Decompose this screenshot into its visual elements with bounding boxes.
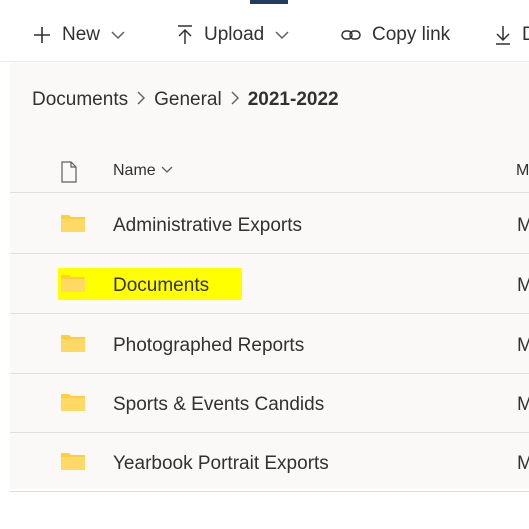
folder-name[interactable]: Sports & Events Candids xyxy=(113,394,324,416)
list-item[interactable]: Photographed Reports M xyxy=(10,314,529,374)
list-item[interactable]: Administrative Exports M xyxy=(10,194,529,254)
modified-cell: M xyxy=(517,335,529,356)
new-button-label: New xyxy=(62,24,101,45)
download-button-label: D xyxy=(522,24,529,45)
breadcrumb-current-folder: 2021-2022 xyxy=(247,89,339,110)
list-item[interactable]: Sports & Events Candids M xyxy=(10,373,529,433)
breadcrumb-item-documents[interactable]: Documents xyxy=(32,89,128,111)
list-column-header: Name M xyxy=(10,150,529,193)
sort-chevron-icon xyxy=(156,162,174,180)
modified-cell: M xyxy=(517,215,529,236)
folder-name[interactable]: Documents xyxy=(113,275,209,297)
document-icon[interactable] xyxy=(60,161,78,188)
folder-name[interactable]: Yearbook Portrait Exports xyxy=(113,453,329,475)
modified-cell: M xyxy=(517,275,529,296)
folder-name[interactable]: Administrative Exports xyxy=(113,215,302,237)
chevron-down-icon xyxy=(110,29,126,41)
download-icon xyxy=(494,24,512,46)
breadcrumb-item-general[interactable]: General xyxy=(154,89,222,111)
folder-icon xyxy=(60,392,86,417)
copy-link-button-label: Copy link xyxy=(372,24,451,45)
modified-cell: M xyxy=(517,394,529,415)
name-column-label: Name xyxy=(113,162,156,179)
download-button[interactable]: D xyxy=(494,22,529,48)
list-item[interactable]: Yearbook Portrait Exports M xyxy=(10,432,529,492)
upload-button-label: Upload xyxy=(204,24,265,45)
breadcrumb: Documents General 2021-2022 xyxy=(32,88,339,112)
folder-icon xyxy=(60,273,86,298)
folder-icon xyxy=(60,451,86,476)
folder-name[interactable]: Photographed Reports xyxy=(113,335,304,357)
link-icon xyxy=(340,27,362,43)
name-column-header[interactable]: Name xyxy=(113,162,174,180)
top-accent-mark xyxy=(250,0,288,4)
plus-icon xyxy=(32,25,52,45)
upload-button[interactable]: Upload xyxy=(176,22,290,48)
command-bar: New Upload Copy link D xyxy=(0,0,529,62)
upload-icon xyxy=(176,24,194,46)
chevron-right-icon xyxy=(128,90,154,111)
modified-cell: M xyxy=(517,453,529,474)
folder-icon xyxy=(60,333,86,358)
folder-icon xyxy=(60,213,86,238)
chevron-right-icon xyxy=(222,90,248,111)
copy-link-button[interactable]: Copy link xyxy=(340,22,450,48)
chevron-down-icon xyxy=(274,29,290,41)
modified-column-header[interactable]: M xyxy=(516,162,529,180)
new-button[interactable]: New xyxy=(32,22,126,48)
list-item[interactable]: Documents M xyxy=(10,254,529,314)
